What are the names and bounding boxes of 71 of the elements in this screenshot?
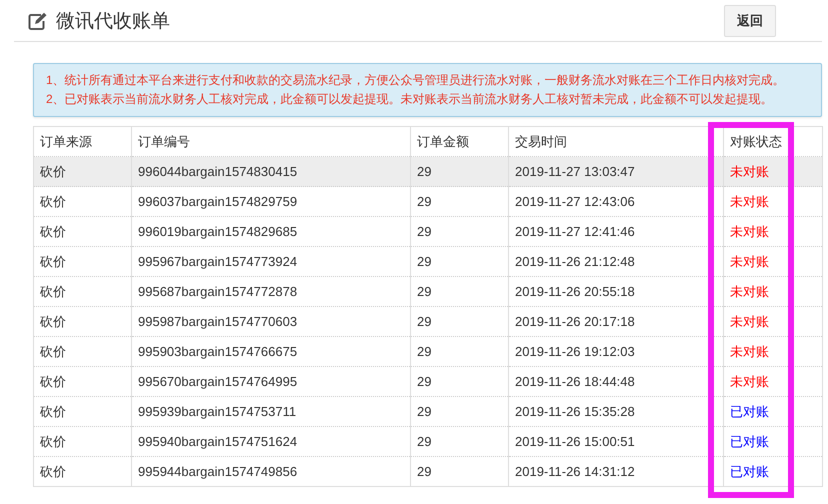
- table-row[interactable]: 砍价 996044bargain1574830415 29 2019-11-27 13:03:47 未对账: [34, 156, 822, 186]
- table-cell: 995967bargain1574773924: [132, 246, 410, 276]
- table-cell: 砍价: [34, 276, 132, 306]
- table-cell: 995987bargain1574770603: [132, 306, 410, 336]
- back-button[interactable]: 返回: [724, 4, 776, 36]
- table-cell: 2019-11-27 12:41:46: [508, 216, 724, 246]
- table-cell: 29: [410, 216, 508, 246]
- table-cell: 29: [410, 186, 508, 216]
- table-cell: 995670bargain1574764995: [132, 366, 410, 396]
- page-title: 微讯代收账单: [56, 10, 170, 34]
- status-cell: 未对账: [724, 216, 822, 246]
- table-row[interactable]: 砍价 995967bargain1574773924 29 2019-11-26 21:12:48 未对账: [34, 246, 822, 276]
- table-cell: 砍价: [34, 396, 132, 426]
- status-cell: 未对账: [724, 336, 822, 366]
- table-cell: 29: [410, 156, 508, 186]
- table-cell: 2019-11-26 18:44:48: [508, 366, 724, 396]
- status-cell: 未对账: [724, 306, 822, 336]
- table-cell: 2019-11-27 13:03:47: [508, 156, 724, 186]
- table-row[interactable]: 砍价 995687bargain1574772878 29 2019-11-26 20:55:18 未对账: [34, 276, 822, 306]
- table-cell: 29: [410, 456, 508, 486]
- table-cell: 29: [410, 276, 508, 306]
- status-cell: 已对账: [724, 396, 822, 426]
- table-cell: 2019-11-26 19:12:03: [508, 336, 724, 366]
- status-cell: 已对账: [724, 426, 822, 456]
- table-row[interactable]: 砍价 996037bargain1574829759 29 2019-11-27 12:43:06 未对账: [34, 186, 822, 216]
- table-cell: 2019-11-26 15:00:51: [508, 426, 724, 456]
- table-cell: 995940bargain1574751624: [132, 426, 410, 456]
- table-cell: 砍价: [34, 246, 132, 276]
- status-cell: 未对账: [724, 186, 822, 216]
- table-cell: 砍价: [34, 186, 132, 216]
- table-row[interactable]: 砍价 995944bargain1574749856 29 2019-11-26 14:31:12 已对账: [34, 456, 822, 486]
- table-cell: 995944bargain1574749856: [132, 456, 410, 486]
- table-cell: 29: [410, 336, 508, 366]
- table-cell: 996044bargain1574830415: [132, 156, 410, 186]
- status-cell: 未对账: [724, 246, 822, 276]
- notice-text: 1、统计所有通过本平台来进行支付和收款的交易流水纪录，方便公众号管理员进行流水对账，一般财务流水对账在三个工作日内核对完成。: [46, 72, 786, 89]
- table-cell: 29: [410, 396, 508, 426]
- table-row[interactable]: 砍价 995940bargain1574751624 29 2019-11-26 15:00:51 已对账: [34, 426, 822, 456]
- table-cell: 29: [410, 306, 508, 336]
- status-cell: 未对账: [724, 366, 822, 396]
- table-cell: 2019-11-26 20:55:18: [508, 276, 724, 306]
- table-cell: 996019bargain1574829685: [132, 216, 410, 246]
- table-row[interactable]: 砍价 995987bargain1574770603 29 2019-11-26 20:17:18 未对账: [34, 306, 822, 336]
- status-cell: 已对账: [724, 456, 822, 486]
- table-cell: 砍价: [34, 216, 132, 246]
- table-cell: 996037bargain1574829759: [132, 186, 410, 216]
- table-row[interactable]: 砍价 996019bargain1574829685 29 2019-11-27 12:41:46 未对账: [34, 216, 822, 246]
- table-cell: 砍价: [34, 426, 132, 456]
- table-cell: 2019-11-26 14:31:12: [508, 456, 724, 486]
- table-cell: 995939bargain1574753711: [132, 396, 410, 426]
- table-cell: 29: [410, 366, 508, 396]
- table-row[interactable]: 砍价 995670bargain1574764995 29 2019-11-26 18:44:48 未对账: [34, 366, 822, 396]
- table-cell: 砍价: [34, 336, 132, 366]
- status-cell: 未对账: [724, 276, 822, 306]
- table-row[interactable]: 砍价 995939bargain1574753711 29 2019-11-26 15:35:28 已对账: [34, 396, 822, 426]
- table-cell: 995687bargain1574772878: [132, 276, 410, 306]
- table-row[interactable]: 砍价 995903bargain1574766675 29 2019-11-26 19:12:03 未对账: [34, 336, 822, 366]
- table-cell: 砍价: [34, 156, 132, 186]
- status-cell: 未对账: [724, 156, 822, 186]
- table-cell: 2019-11-27 12:43:06: [508, 186, 724, 216]
- table-cell: 砍价: [34, 306, 132, 336]
- table-cell: 砍价: [34, 456, 132, 486]
- notice-text: 2、已对账表示当前流水财务人工核对完成，此金额可以发起提现。未对账表示当前流水财务人工核对暂未完成，此金额不可以发起提现。: [46, 91, 774, 108]
- table-cell: 995903bargain1574766675: [132, 336, 410, 366]
- table-cell: 2019-11-26 20:17:18: [508, 306, 724, 336]
- table-cell: 29: [410, 246, 508, 276]
- edit-icon: [28, 12, 48, 30]
- table-cell: 2019-11-26 15:35:28: [508, 396, 724, 426]
- table-cell: 砍价: [34, 366, 132, 396]
- table-cell: 29: [410, 426, 508, 456]
- table-cell: 2019-11-26 21:12:48: [508, 246, 724, 276]
